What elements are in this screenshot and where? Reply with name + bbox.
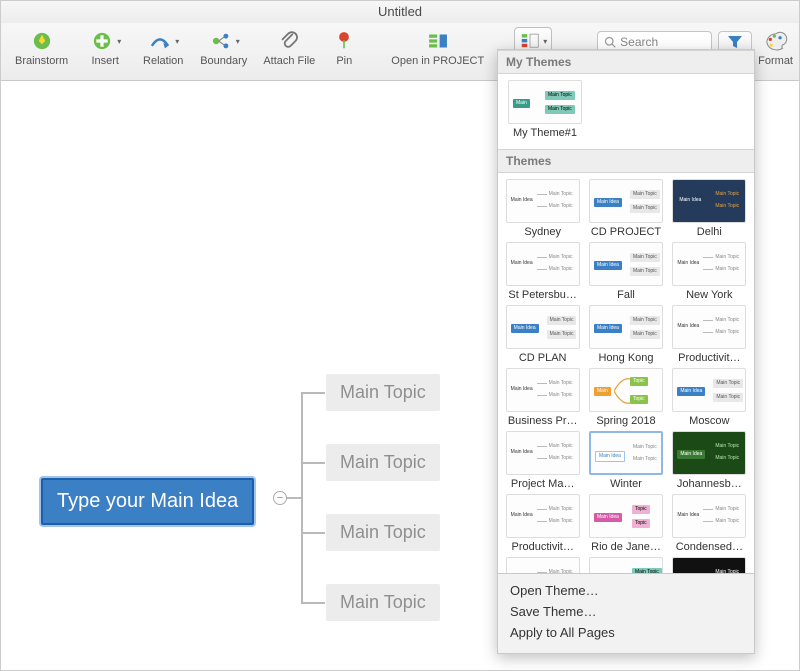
topic-node[interactable]: Main Topic: [326, 444, 440, 481]
relation-label: Relation: [143, 55, 183, 67]
funnel-icon: [727, 35, 743, 49]
theme-item[interactable]: Main IdeaMain TopicMain TopicDelhi: [671, 179, 748, 238]
my-themes-header: My Themes: [498, 50, 754, 74]
theme-label: Spring 2018: [596, 415, 655, 427]
my-theme-item[interactable]: MainMain TopicMain Topic My Theme#1: [506, 80, 584, 139]
chevron-down-icon: ▾: [236, 37, 240, 46]
brainstorm-label: Brainstorm: [15, 55, 68, 67]
theme-item[interactable]: Main IdeaMain TopicMain TopicCD PLAN: [504, 305, 581, 364]
brainstorm-icon: [29, 28, 55, 54]
theme-label: Fall: [617, 289, 635, 301]
theme-item[interactable]: Main IdeaMain TopicMain TopicNew York: [671, 242, 748, 301]
theme-label: Project Ma…: [511, 478, 575, 490]
theme-label: Condensed…: [676, 541, 743, 553]
open-project-label: Open in PROJECT: [391, 55, 484, 67]
theme-label: St Petersbu…: [508, 289, 576, 301]
theme-item[interactable]: Main IdeaMain TopicMain Topic: [587, 557, 664, 573]
main-idea-node[interactable]: Type your Main Idea: [41, 478, 254, 525]
pin-button[interactable]: Pin: [323, 27, 365, 67]
theme-label: Johannesb…: [677, 478, 742, 490]
theme-item[interactable]: Main IdeaMain TopicMain Topic: [504, 557, 581, 573]
format-button[interactable]: Format: [758, 27, 793, 67]
theme-item[interactable]: Main IdeaMain TopicMain TopicProductivit…: [671, 305, 748, 364]
themes-panel-footer: Open Theme… Save Theme… Apply to All Pag…: [498, 573, 754, 653]
attach-label: Attach File: [263, 55, 315, 67]
theme-item[interactable]: Main IdeaMain TopicMain TopicBusiness Pr…: [504, 368, 581, 427]
theme-label: Winter: [610, 478, 642, 490]
theme-label: Productivit…: [511, 541, 573, 553]
theme-item[interactable]: Main IdeaMain TopicMain TopicCD PROJECT: [587, 179, 664, 238]
my-theme-label: My Theme#1: [513, 127, 577, 139]
theme-item[interactable]: Main IdeaMain TopicMain TopicWinter: [587, 431, 664, 490]
brainstorm-button[interactable]: Brainstorm: [7, 27, 76, 67]
theme-label: CD PROJECT: [591, 226, 661, 238]
theme-item[interactable]: Main IdeaMain TopicMain TopicSt Petersbu…: [504, 242, 581, 301]
theme-item[interactable]: Main IdeaMain TopicMain TopicCondensed…: [671, 494, 748, 553]
themes-panel: My Themes MainMain TopicMain Topic My Th…: [497, 49, 755, 654]
theme-item[interactable]: Main IdeaMain TopicMain TopicJohannesb…: [671, 431, 748, 490]
topic-node[interactable]: Main Topic: [326, 374, 440, 411]
open-theme-action[interactable]: Open Theme…: [510, 580, 742, 601]
open-in-project-button[interactable]: Open in PROJECT: [383, 27, 492, 67]
theme-item[interactable]: Main IdeaMain TopicMain TopicHong Kong: [587, 305, 664, 364]
theme-item[interactable]: Main IdeaMain TopicMain TopicProject Ma…: [504, 431, 581, 490]
theme-item[interactable]: Main IdeaTopicTopicRio de Jane…: [587, 494, 664, 553]
relation-button[interactable]: ▾ Relation: [134, 27, 192, 67]
search-placeholder: Search: [620, 35, 658, 49]
search-icon: [604, 36, 616, 48]
theme-label: New York: [686, 289, 732, 301]
theme-label: Sydney: [524, 226, 561, 238]
theme-item[interactable]: Main IdeaMain TopicMain TopicFall: [587, 242, 664, 301]
insert-icon: [89, 28, 115, 54]
project-icon: [425, 28, 451, 54]
theme-label: Rio de Jane…: [591, 541, 661, 553]
relation-icon: [147, 28, 173, 54]
insert-button[interactable]: ▾ Insert: [76, 27, 134, 67]
topic-node[interactable]: Main Topic: [326, 584, 440, 621]
save-theme-action[interactable]: Save Theme…: [510, 601, 742, 622]
topic-node[interactable]: Main Topic: [326, 514, 440, 551]
boundary-button[interactable]: ▾ Boundary: [192, 27, 255, 67]
theme-item[interactable]: Main IdeaMain TopicMain Topic: [671, 557, 748, 573]
boundary-label: Boundary: [200, 55, 247, 67]
theme-label: Productivit…: [678, 352, 740, 364]
chevron-down-icon: ▾: [543, 37, 547, 46]
pin-label: Pin: [336, 55, 352, 67]
theme-item[interactable]: Main IdeaMain TopicMain TopicSydney: [504, 179, 581, 238]
theme-label: Moscow: [689, 415, 729, 427]
theme-item[interactable]: MainTopicTopicSpring 2018: [587, 368, 664, 427]
collapse-toggle[interactable]: −: [273, 491, 287, 505]
theme-label: Delhi: [697, 226, 722, 238]
attach-file-button[interactable]: Attach File: [255, 27, 323, 67]
window-title: Untitled: [1, 1, 799, 23]
insert-label: Insert: [91, 55, 119, 67]
themes-header: Themes: [498, 149, 754, 173]
pin-icon: [331, 28, 357, 54]
apply-all-action[interactable]: Apply to All Pages: [510, 622, 742, 643]
theme-item[interactable]: Main IdeaMain TopicMain TopicProductivit…: [504, 494, 581, 553]
chevron-down-icon: ▾: [175, 37, 179, 46]
format-label: Format: [758, 55, 793, 67]
paperclip-icon: [276, 28, 302, 54]
theme-label: CD PLAN: [519, 352, 567, 364]
themes-grid: Main IdeaMain TopicMain TopicSydneyMain …: [498, 173, 754, 573]
chevron-down-icon: ▾: [117, 37, 121, 46]
theme-item[interactable]: Main IdeaMain TopicMain TopicMoscow: [671, 368, 748, 427]
boundary-icon: [208, 28, 234, 54]
theme-label: Hong Kong: [598, 352, 653, 364]
palette-icon: [763, 30, 789, 52]
theme-label: Business Pr…: [508, 415, 578, 427]
